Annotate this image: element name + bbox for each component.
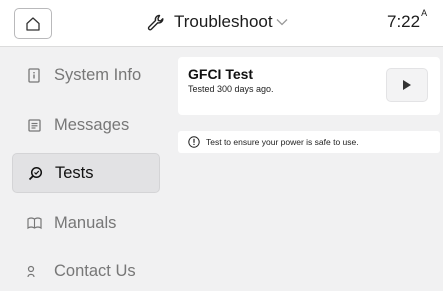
sidebar: System Info Messages Tests Manuals Conta…: [0, 47, 164, 280]
sidebar-item-label: Manuals: [54, 213, 117, 232]
sidebar-item-label: System Info: [54, 65, 142, 84]
top-bar: Troubleshoot 7:22A: [0, 0, 443, 47]
search-test-icon: [27, 165, 43, 181]
test-card: GFCI Test Tested 300 days ago.: [178, 57, 440, 115]
sidebar-item-label: Tests: [55, 163, 94, 182]
info-icon: [188, 136, 200, 148]
sidebar-item-manuals[interactable]: Manuals: [12, 203, 160, 243]
contact-icon: [26, 263, 42, 279]
info-message: Test to ensure your power is safe to use…: [178, 131, 440, 153]
chevron-down-icon[interactable]: [275, 16, 289, 28]
clock-suffix: A: [421, 8, 428, 19]
clock-time: 7:22: [387, 12, 421, 31]
page-title[interactable]: Troubleshoot: [174, 12, 273, 32]
wrench-icon: [147, 14, 164, 31]
message-icon: [26, 117, 42, 133]
sidebar-item-tests[interactable]: Tests: [12, 153, 160, 193]
test-last-run: Tested 300 days ago.: [188, 84, 274, 94]
device-info-icon: [26, 67, 42, 83]
sidebar-item-label: Contact Us: [54, 261, 136, 280]
sidebar-item-system-info[interactable]: System Info: [12, 55, 160, 95]
test-title: GFCI Test: [188, 66, 254, 82]
info-text: Test to ensure your power is safe to use…: [206, 137, 359, 147]
clock: 7:22A: [387, 8, 427, 32]
run-test-button[interactable]: [386, 68, 428, 102]
home-button[interactable]: [14, 8, 52, 39]
sidebar-item-label: Messages: [54, 115, 130, 134]
sidebar-item-messages[interactable]: Messages: [12, 105, 160, 145]
home-icon: [26, 16, 40, 31]
play-icon: [403, 80, 411, 90]
sidebar-item-contact-us[interactable]: Contact Us: [12, 251, 160, 291]
manual-icon: [26, 215, 42, 231]
